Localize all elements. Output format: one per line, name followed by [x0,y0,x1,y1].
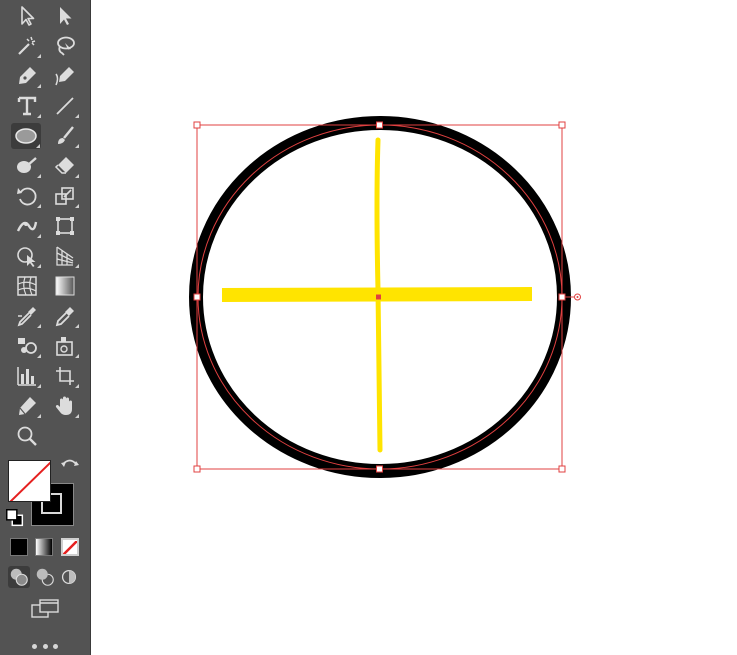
hand-icon [55,396,72,415]
selection-arrow-icon [21,6,35,26]
width-tool[interactable] [12,213,42,239]
perspective-grid-tool[interactable] [50,243,80,269]
ellipse-icon [15,128,37,144]
draw-inside-icon [61,569,77,585]
pencil-tool[interactable] [12,393,42,419]
eyedropper-icon [55,307,74,327]
hand-tool[interactable] [50,393,80,419]
gradient-tool[interactable] [50,273,80,299]
default-fill-stroke-icon [6,509,24,527]
direct-selection-tool[interactable] [50,3,80,29]
width-tool-icon [16,221,38,232]
draw-normal-icon [10,568,28,586]
free-transform-icon [56,217,74,235]
artboard-canvas[interactable] [91,0,737,655]
symbol-sprayer-icon [18,338,37,354]
shaper-tool[interactable] [12,153,42,179]
eraser-tool[interactable] [50,153,80,179]
column-graph-icon [17,367,36,386]
pen-icon [19,67,36,84]
mesh-icon [17,276,37,296]
draw-inside-button[interactable] [58,566,80,588]
rotate-tool[interactable] [12,183,42,209]
color-mode-button[interactable] [10,538,28,556]
magic-wand-tool[interactable] [12,33,42,59]
eyedropper-tool[interactable] [50,303,80,329]
none-slash-icon [9,461,50,501]
scale-icon [55,187,74,205]
rotate-icon [17,187,37,206]
fill-color-swatch[interactable] [8,460,51,502]
selection-tool[interactable] [12,3,42,29]
pen-tool[interactable] [12,63,42,89]
eraser-icon [54,157,74,174]
none-mode-button[interactable] [61,538,79,556]
mesh-tool[interactable] [12,273,42,299]
line-segment-tool[interactable] [50,93,80,119]
perspective-grid-icon [56,246,74,266]
edit-toolbar-more-icon[interactable] [32,640,58,652]
type-tool[interactable] [12,93,42,119]
shaper-icon [17,157,37,173]
blend-tool[interactable] [12,303,42,329]
tools-panel [0,0,91,655]
symbol-sprayer-tool[interactable] [12,333,42,359]
center-point [376,294,381,300]
zoom-tool[interactable] [12,423,42,449]
default-fill-stroke-button[interactable] [4,508,26,528]
curvature-tool[interactable] [50,63,80,89]
slice-select-icon [56,337,73,356]
lasso-tool[interactable] [50,33,80,59]
slice-select-tool[interactable] [50,333,80,359]
ellipse-tool[interactable] [11,123,41,149]
gradient-icon [55,276,75,296]
artboard-icon [56,367,74,385]
zoom-icon [17,426,37,446]
curvature-pen-icon [55,67,74,86]
scale-tool[interactable] [50,183,80,209]
artboard-tool[interactable] [50,363,80,389]
line-segment-icon [56,97,74,115]
shape-builder-tool[interactable] [12,243,42,269]
change-screen-mode-icon [31,599,59,618]
shape-builder-icon [17,247,36,267]
column-graph-tool[interactable] [12,363,42,389]
swap-fill-stroke-button[interactable] [57,456,83,478]
gradient-mode-button[interactable] [35,538,53,556]
lasso-icon [57,36,75,56]
type-icon [17,96,37,116]
draw-normal-button[interactable] [8,566,30,588]
change-screen-mode-button[interactable] [28,596,62,622]
none-slash-icon [63,540,77,554]
paintbrush-icon [58,126,74,144]
draw-behind-icon [36,568,54,586]
draw-behind-button[interactable] [34,566,56,588]
paintbrush-tool[interactable] [50,123,80,149]
direct-selection-arrow-icon [60,7,72,25]
free-transform-tool[interactable] [50,213,80,239]
magic-wand-icon [18,36,36,55]
pencil-icon [19,397,36,415]
swap-fill-stroke-icon [61,459,79,467]
eyedropper-icon [17,307,36,327]
